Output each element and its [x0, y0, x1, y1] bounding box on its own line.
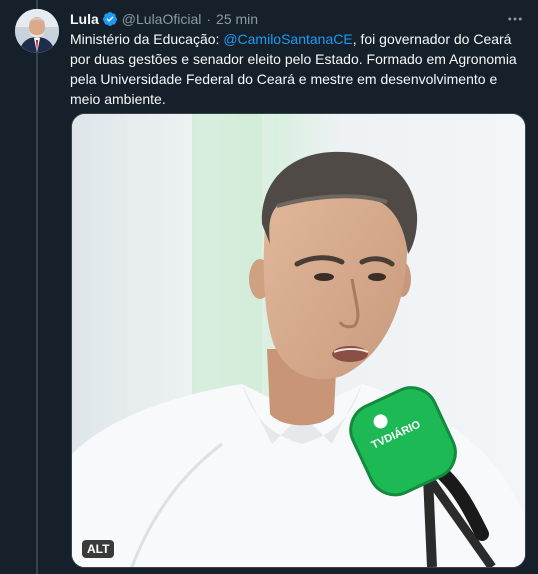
tweet-media-photo[interactable]: TVDIÁRIO ALT [71, 113, 526, 568]
avatar-image [15, 9, 59, 53]
mention-link[interactable]: @CamiloSantanaCE [223, 31, 352, 47]
avatar[interactable] [15, 9, 59, 53]
verified-badge-icon [102, 11, 118, 27]
tweet-text: Ministério da Educação: @CamiloSantanaCE… [70, 29, 522, 109]
alt-text-badge[interactable]: ALT [82, 540, 115, 558]
tweet-header: Lula @LulaOficial · 25 min [70, 9, 526, 29]
separator-dot: · [206, 11, 212, 27]
tweet-text-part1: Ministério da Educação: [70, 31, 224, 47]
timestamp[interactable]: 25 min [216, 11, 258, 27]
author-name[interactable]: Lula [70, 11, 99, 27]
thread-line [36, 0, 38, 574]
author-handle[interactable]: @LulaOficial [122, 11, 202, 27]
photo-illustration: TVDIÁRIO [72, 114, 525, 567]
